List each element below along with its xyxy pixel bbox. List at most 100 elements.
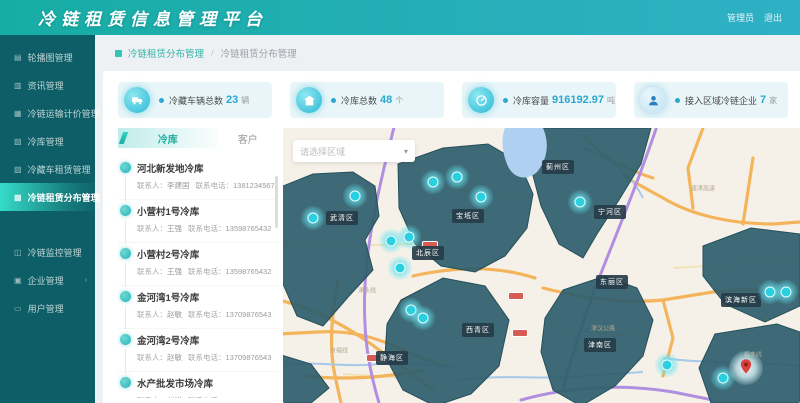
menu-icon: ◫ — [14, 248, 22, 257]
sidebar-item-2[interactable]: ▥资讯管理 — [0, 71, 95, 99]
stat-dot-icon — [503, 98, 508, 103]
map-marker-15[interactable] — [773, 279, 799, 305]
stat-card-2[interactable]: 冷库总数48个 — [290, 82, 444, 118]
logout-link[interactable]: 退出 — [764, 11, 782, 24]
road-shield-icon — [512, 329, 528, 337]
sidebar-item-3[interactable]: ▦冷链运输计价管理 — [0, 99, 95, 127]
contact-value: 赵敏 — [167, 353, 182, 362]
stat-label: 冷库总数 — [341, 94, 377, 107]
map-marker-3[interactable] — [420, 169, 446, 195]
stat-value: 7 — [760, 94, 766, 106]
map-marker-2[interactable] — [342, 183, 368, 209]
breadcrumb: 冷链租赁分布管理 / 冷链租赁分布管理 — [95, 35, 800, 71]
phone-value: 13812345678 — [233, 181, 278, 190]
region-select[interactable]: 请选择区域 ▾ — [293, 140, 415, 162]
contact-value: 王强 — [167, 224, 182, 233]
phone-value: 13709876543 — [226, 353, 272, 362]
map-marker-5[interactable] — [468, 184, 494, 210]
sidebar-item-8[interactable]: ▣企业管理› — [0, 266, 95, 294]
tab-label: 冷库 — [158, 131, 178, 146]
stat-label: 接入区域冷链企业 — [685, 94, 757, 107]
stat-value: 23 — [226, 94, 238, 106]
tab-2[interactable]: 客户 — [218, 128, 278, 148]
stat-value: 48 — [380, 94, 392, 106]
list-item-2[interactable]: 小营村1号冷库联系人：王强联系电话：13598765432 — [118, 200, 278, 243]
sidebar-item-1[interactable]: ▤轮播图管理 — [0, 43, 95, 71]
selected-marker-pin[interactable] — [729, 351, 763, 385]
list-item-5[interactable]: 金河湾2号冷库联系人：赵敏联系电话：13709876543 — [118, 329, 278, 372]
sidebar-item-7[interactable]: ◫ 冷链监控管理 — [0, 238, 95, 266]
district-label: 北辰区 — [412, 246, 444, 260]
list-tabs: 冷库 客户 — [118, 128, 278, 148]
map-marker-4[interactable] — [444, 164, 470, 190]
map-marker-1[interactable] — [300, 205, 326, 231]
region-select-placeholder: 请选择区域 — [300, 145, 404, 158]
list-item-meta: 联系人：王强联系电话：13598765432 — [137, 266, 278, 277]
breadcrumb-icon — [115, 50, 122, 57]
contact-value: 李建国 — [167, 181, 190, 190]
district-label: 滨海新区 — [721, 293, 761, 307]
sidebar-item-label: 冷链运输计价管理 — [28, 107, 100, 120]
timeline-connector — [125, 349, 126, 373]
stat-unit: 辆 — [241, 95, 249, 106]
menu-icon: ▤ — [14, 53, 22, 62]
phone-value: 13709876543 — [226, 310, 272, 319]
road-name-label: 津永线 — [358, 286, 376, 295]
warehouse-dot-icon — [120, 377, 131, 388]
list-item-4[interactable]: 金河湾1号冷库联系人：赵敏联系电话：13709876543 — [118, 286, 278, 329]
chevron-down-icon: ▾ — [404, 147, 408, 156]
sidebar-item-6[interactable]: ▩冷链租赁分布管理 — [0, 183, 95, 211]
road-name-label: 津汉公路 — [591, 324, 615, 333]
district-label: 蓟州区 — [542, 160, 574, 174]
sidebar-item-4[interactable]: ▧冷库管理 — [0, 127, 95, 155]
header: 冷链租赁信息管理平台 管理员 退出 — [0, 0, 800, 35]
list-item-3[interactable]: 小营村2号冷库联系人：王强联系电话：13598765432 — [118, 243, 278, 286]
stat-card-4[interactable]: 接入区域冷链企业7家 — [634, 82, 788, 118]
list-item-title: 水产批发市场冷库 — [137, 372, 278, 390]
stat-dot-icon — [675, 98, 680, 103]
list-item-meta: 联系人：刘洋联系电话：13287654321 — [137, 395, 278, 398]
breadcrumb-separator: / — [211, 48, 214, 59]
breadcrumb-current: 冷链租赁分布管理 — [221, 46, 297, 60]
phone-value: 13598765432 — [226, 224, 272, 233]
timeline-connector — [125, 220, 126, 244]
sidebar-item-label: 企业管理 — [28, 274, 64, 287]
contact-label: 联系人： — [137, 181, 167, 190]
list-scrollbar[interactable] — [275, 176, 278, 228]
map-marker-8[interactable] — [567, 189, 593, 215]
sidebar-item-5[interactable]: ▨冷藏车租赁管理 — [0, 155, 95, 183]
contact-label: 联系人： — [137, 224, 167, 233]
sidebar-item-label: 冷链租赁分布管理 — [28, 191, 100, 204]
map-marker-11[interactable] — [410, 305, 436, 331]
map-view[interactable]: 京福线津永线唐津高速津汉公路梅丰线蓟州区宝坻区武清区宁河区北辰区东丽区西青区静海… — [283, 128, 800, 403]
stat-card-1[interactable]: 冷藏车辆总数23辆 — [118, 82, 272, 118]
road-name-label: 京福线 — [330, 346, 348, 355]
warehouse-dot-icon — [120, 291, 131, 302]
list-item-meta: 联系人：赵敏联系电话：13709876543 — [137, 352, 278, 363]
map-marker-9[interactable] — [387, 255, 413, 281]
tab-1[interactable]: 冷库 — [118, 128, 218, 148]
list-item-1[interactable]: 河北新发地冷库联系人：李建国联系电话：13812345678 — [118, 157, 278, 200]
district-label: 静海区 — [376, 351, 408, 365]
map-marker-7[interactable] — [396, 224, 422, 250]
stat-card-3[interactable]: 冷库容量916192.97吨 — [462, 82, 616, 118]
sidebar-item-label: 用户管理 — [28, 302, 64, 315]
district-label: 宝坻区 — [452, 209, 484, 223]
contact-value: 赵敏 — [167, 310, 182, 319]
warehouse-dot-icon — [120, 205, 131, 216]
menu-icon: ▦ — [14, 109, 22, 118]
map-marker-12[interactable] — [654, 352, 680, 378]
sidebar-item-9[interactable]: ▭用户管理 — [0, 294, 95, 322]
phone-value: 13287654321 — [226, 396, 272, 398]
breadcrumb-root[interactable]: 冷链租赁分布管理 — [128, 46, 204, 60]
stat-unit: 吨 — [607, 95, 615, 106]
stat-cards-row: 冷藏车辆总数23辆冷库总数48个冷库容量916192.97吨接入区域冷链企业7家 — [118, 82, 788, 118]
warehouse-dot-icon — [120, 162, 131, 173]
list-item-6[interactable]: 水产批发市场冷库联系人：刘洋联系电话：13287654321 — [118, 372, 278, 398]
contact-label: 联系人： — [137, 353, 167, 362]
sidebar-item-label: 冷链监控管理 — [28, 246, 82, 259]
stat-label: 冷库容量 — [513, 94, 549, 107]
timeline-connector — [125, 263, 126, 287]
sidebar-item-label: 资讯管理 — [28, 79, 64, 92]
sidebar-menu: ▤轮播图管理▥资讯管理▦冷链运输计价管理▧冷库管理▨冷藏车租赁管理▩冷链租赁分布… — [0, 43, 95, 322]
